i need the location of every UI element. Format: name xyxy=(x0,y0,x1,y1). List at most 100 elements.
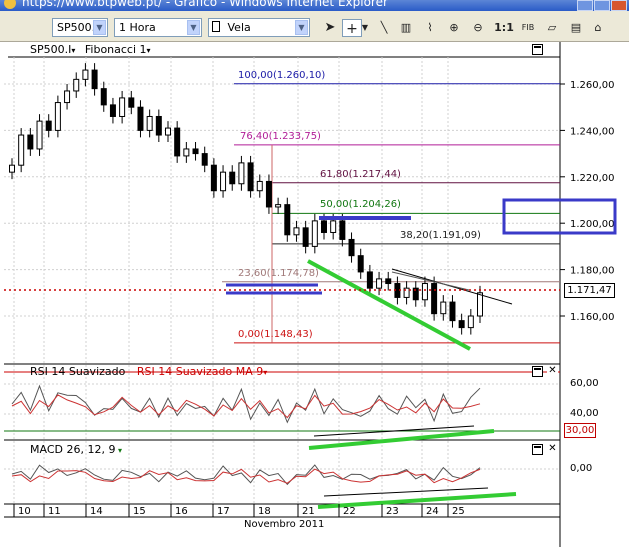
day-label: 11 xyxy=(48,506,61,517)
candle-body xyxy=(82,69,89,80)
candle-body xyxy=(311,220,318,247)
time-axis-month-label: Novembro 2011 xyxy=(244,519,325,530)
price-tick-label: 1.260,00 xyxy=(570,80,615,91)
period-select[interactable]: 1 Hora ▼ xyxy=(114,18,202,37)
zoom-out-tool-icon[interactable]: ⊖ xyxy=(468,19,488,37)
bar-chart-tool-icon[interactable]: ▥ xyxy=(396,19,416,37)
candle-body xyxy=(330,220,337,233)
time-axis-ticks: 10 11 14 15 16 17 18 21 22 23 24 25 xyxy=(13,504,465,517)
candle-body xyxy=(302,227,309,247)
current-price-badge: 1.171,47 xyxy=(564,283,615,298)
rsi-current-badge: 30,00 xyxy=(564,423,596,438)
fibonacci-button[interactable]: FIB xyxy=(518,19,538,37)
day-label: 17 xyxy=(217,506,230,517)
day-label: 25 xyxy=(452,506,465,517)
candle-body xyxy=(284,204,291,236)
candle-body xyxy=(321,220,327,233)
ratio-button[interactable]: 1:1 xyxy=(494,19,514,37)
chart-type-select[interactable]: Vela ▼ xyxy=(208,18,310,37)
rsi-ma-arrow[interactable]: ▾ xyxy=(263,368,267,377)
candle-body xyxy=(385,278,392,285)
symbol-select[interactable]: SP500.I ▼ xyxy=(52,18,108,37)
candle-body xyxy=(100,88,107,106)
fib-level-label: 100,00(1.260,10) xyxy=(238,69,326,81)
candle-body xyxy=(220,171,227,192)
rsi-ma-label[interactable]: RSI 14 Suavizado MA 9 xyxy=(137,365,263,378)
fib-level-label: 23,60(1.174,78) xyxy=(238,267,319,279)
candle-body xyxy=(137,106,144,131)
current-price-value: 1.171,47 xyxy=(567,285,612,296)
chevron-down-icon: ▼ xyxy=(187,20,200,35)
chevron-down-icon: ▼ xyxy=(295,20,308,35)
price-tick-label: 1.200,00 xyxy=(570,219,615,230)
minimize-button[interactable] xyxy=(577,0,593,11)
zoom-tool-icon[interactable]: ⊕ xyxy=(444,19,464,37)
candle-body xyxy=(128,97,135,108)
candle-body xyxy=(146,115,153,131)
chart-toolbar: SP500.I ▼ 1 Hora ▼ Vela ▼ ➤ + ▼ ╲ ▥ ⌇ ⊕ … xyxy=(0,11,629,42)
candle-body xyxy=(238,162,245,185)
candle-body xyxy=(293,227,300,236)
fib-level-label: 38,20(1.191,09) xyxy=(400,229,481,241)
rsi-label[interactable]: RSI 14 Suavizado xyxy=(30,365,125,378)
candle-body xyxy=(18,134,25,166)
chart-area[interactable]: SP500.I▾ Fibonacci 1▾ 1.260,00 1.240,00 1.… xyxy=(4,42,625,547)
crosshair-tool-icon[interactable]: + xyxy=(342,19,362,37)
settings-tool-icon[interactable]: ⌂ xyxy=(588,19,608,37)
candlestick-icon xyxy=(212,21,220,32)
rsi-tick-60: 60,00 xyxy=(570,378,599,389)
candle-body xyxy=(431,283,438,315)
price-tick-label: 1.240,00 xyxy=(570,126,615,137)
candle-body xyxy=(366,271,373,289)
candle-body xyxy=(119,97,126,117)
candle-body xyxy=(376,278,383,289)
macd-panel-close-button[interactable]: ✕ xyxy=(547,444,558,455)
candle-body xyxy=(183,148,190,157)
eraser-tool-icon[interactable]: ▱ xyxy=(542,19,562,37)
macd-arrow[interactable]: ▾ xyxy=(115,446,122,455)
lower-trendline xyxy=(391,271,470,291)
rsi-panel-maximize-button[interactable] xyxy=(532,366,543,377)
candle-body xyxy=(73,78,80,92)
rsi-panel-header: RSI 14 Suavizado RSI 14 Suavizado MA 9▾ xyxy=(30,366,267,379)
candle-body xyxy=(467,315,474,329)
candle-body xyxy=(91,69,98,90)
candle-body xyxy=(339,220,346,240)
candle-body xyxy=(357,255,364,273)
chart-type-value: Vela xyxy=(227,21,251,34)
candle-body xyxy=(9,164,15,173)
chart-canvas: 1.260,00 1.240,00 1.220,00 1.200,00 1.180,00… xyxy=(4,42,617,547)
candle-body xyxy=(192,148,199,155)
close-window-button[interactable] xyxy=(611,0,627,11)
candle-body xyxy=(201,153,208,166)
candle-body xyxy=(348,238,355,257)
rsi-panel-close-button[interactable]: ✕ xyxy=(547,366,558,377)
candle-body xyxy=(155,115,162,136)
print-tool-icon[interactable]: ▤ xyxy=(566,19,586,37)
candle-body xyxy=(54,102,61,131)
candle-body xyxy=(421,283,428,301)
vertical-grid xyxy=(13,57,449,504)
price-tick-label: 1.160,00 xyxy=(570,312,615,323)
line-tool-icon[interactable]: ╲ xyxy=(374,19,394,37)
candle-body xyxy=(458,320,465,329)
macd-panel-maximize-button[interactable] xyxy=(532,444,543,455)
maximize-button[interactable] xyxy=(594,0,610,11)
drawing-tool-icon[interactable]: ⌇ xyxy=(420,19,440,37)
day-label: 21 xyxy=(302,506,315,517)
fib-level-label: 61,80(1.217,44) xyxy=(320,168,401,180)
pointer-tool-icon[interactable]: ➤ xyxy=(320,19,340,37)
fib-level-label: 0,00(1.148,43) xyxy=(238,328,313,340)
candle-body xyxy=(109,104,116,117)
candle-body xyxy=(27,134,34,150)
day-label: 24 xyxy=(426,506,439,517)
candle-body xyxy=(440,301,447,315)
crosshair-dropdown-icon[interactable]: ▼ xyxy=(360,19,370,37)
price-tick-label: 1.220,00 xyxy=(570,173,615,184)
macd-label[interactable]: MACD 26, 12, 9 xyxy=(30,443,115,456)
period-value: 1 Hora xyxy=(119,21,156,34)
macd-divergence-line xyxy=(323,487,489,497)
candle-body xyxy=(45,120,52,131)
macd-signal-line xyxy=(11,468,481,484)
fib-level-label: 50,00(1.204,26) xyxy=(320,199,401,211)
